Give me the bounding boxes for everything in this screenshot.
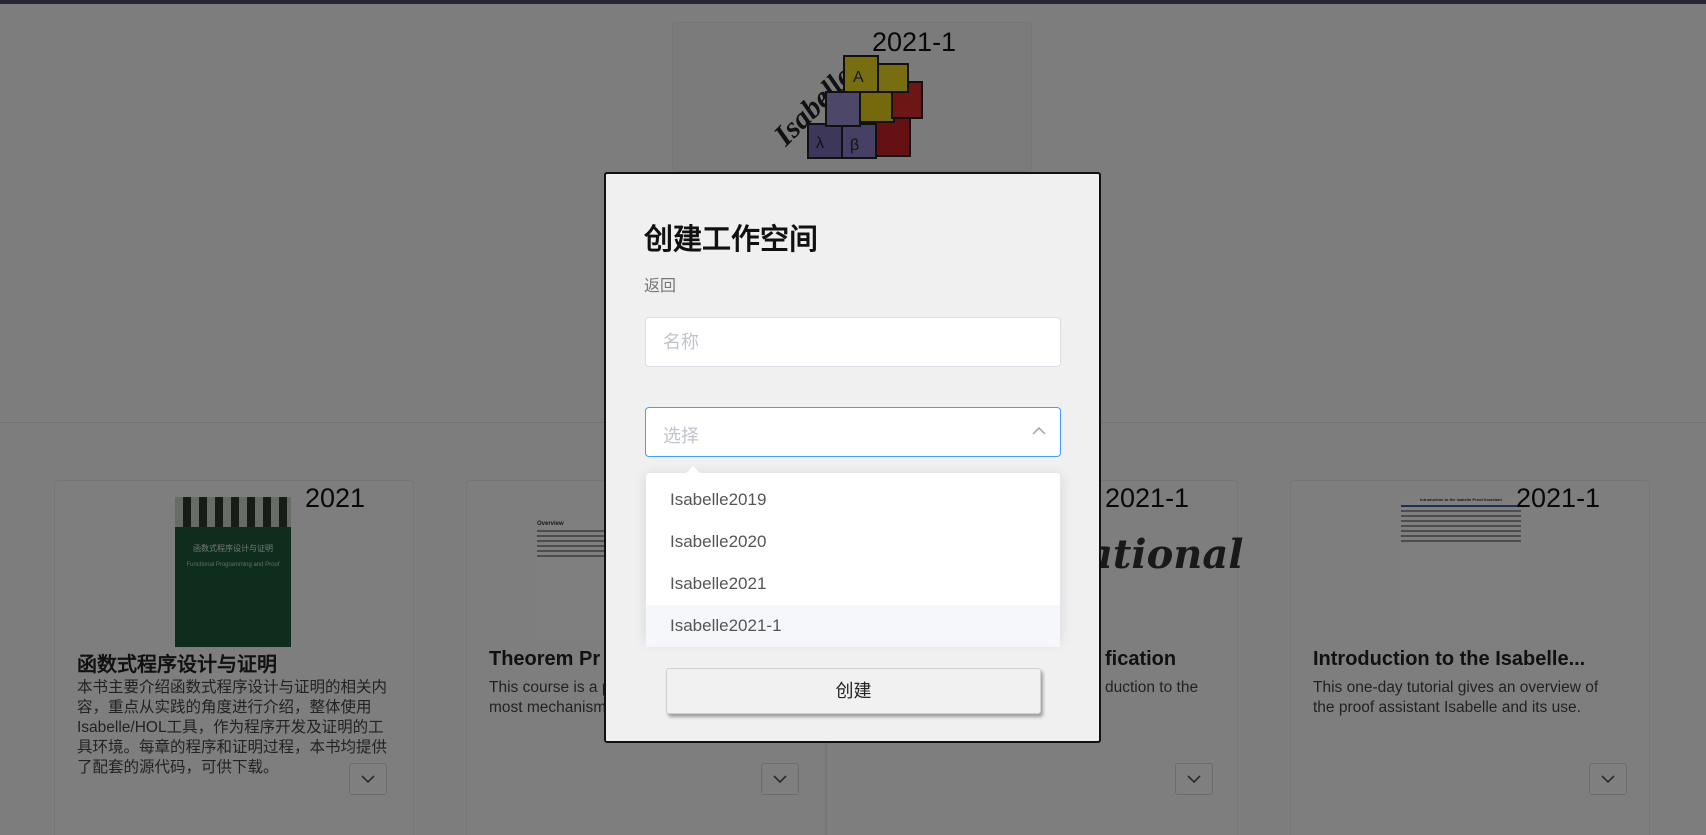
name-input[interactable] <box>645 317 1061 367</box>
page: 2021-1 Isabelle A λ β 函数式程序设计与证明 Functio… <box>0 0 1706 835</box>
chevron-up-icon <box>1032 426 1046 435</box>
create-button[interactable]: 创建 <box>666 668 1041 714</box>
dialog-title: 创建工作空间 <box>644 224 819 256</box>
create-workspace-dialog: 创建工作空间 返回 选择 Isabelle2019 Isabelle2020 I… <box>604 172 1101 743</box>
dropdown-option[interactable]: Isabelle2020 <box>646 521 1060 563</box>
dropdown-option[interactable]: Isabelle2021-1 <box>646 605 1060 647</box>
dropdown-option[interactable]: Isabelle2021 <box>646 563 1060 605</box>
version-dropdown: Isabelle2019 Isabelle2020 Isabelle2021 I… <box>645 466 1061 647</box>
back-link[interactable]: 返回 <box>644 272 676 296</box>
select-placeholder: 选择 <box>663 426 699 446</box>
version-select[interactable]: 选择 <box>645 407 1061 457</box>
dropdown-option[interactable]: Isabelle2019 <box>646 479 1060 521</box>
